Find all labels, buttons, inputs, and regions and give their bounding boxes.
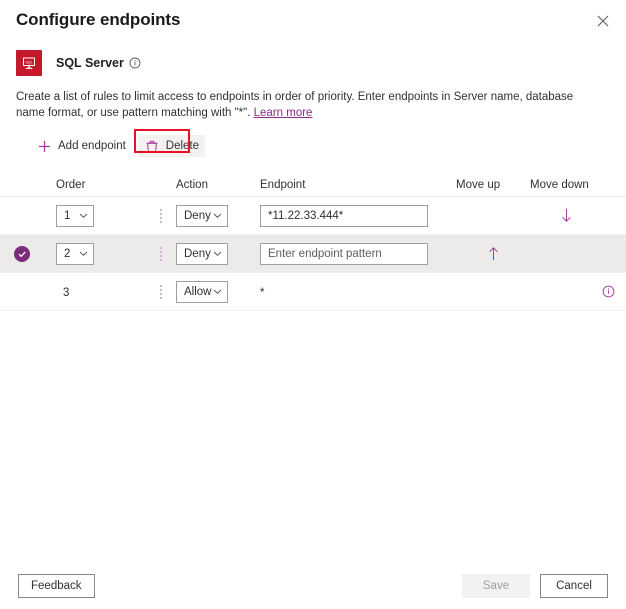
close-icon[interactable] [590, 8, 616, 34]
chevron-down-icon [213, 287, 222, 296]
row-endpoint-cell [260, 242, 456, 265]
action-dropdown[interactable]: Deny [176, 204, 228, 227]
row-action-cell: Allow [176, 280, 260, 303]
endpoints-table: Order Action Endpoint Move up Move down … [0, 173, 626, 311]
chevron-down-icon [79, 249, 88, 258]
action-value: Deny [184, 247, 211, 260]
row-drag-handle-cell[interactable] [146, 246, 176, 261]
endpoint-input[interactable] [260, 204, 428, 227]
order-dropdown[interactable]: 1 [56, 204, 94, 227]
row-checkbox-checked-icon[interactable] [14, 245, 30, 262]
feedback-button[interactable]: Feedback [18, 574, 95, 598]
row-order-cell: 2 [42, 242, 146, 265]
order-value: 3 [63, 286, 70, 299]
row-order-cell: 1 [42, 204, 146, 227]
row-endpoint-cell: * [260, 285, 456, 299]
table-row[interactable]: 2 Deny [0, 235, 626, 273]
sql-server-icon: SQL [16, 50, 42, 76]
endpoint-value: * [260, 286, 265, 299]
action-dropdown[interactable]: Allow [176, 280, 228, 303]
footer-actions: Save Cancel [462, 574, 608, 598]
order-value: 1 [64, 209, 71, 222]
action-dropdown[interactable]: Deny [176, 242, 228, 265]
column-header-order: Order [56, 178, 86, 191]
resource-name: SQL Server [56, 56, 124, 70]
order-value: 2 [64, 247, 71, 260]
row-select-cell[interactable] [14, 245, 42, 262]
row-info-cell[interactable] [602, 285, 626, 298]
plus-icon [36, 138, 52, 154]
trash-icon [144, 138, 160, 154]
drag-handle-icon[interactable] [160, 208, 162, 223]
dialog-header: Configure endpoints [0, 0, 626, 36]
table-row[interactable]: 1 Deny [0, 197, 626, 235]
table-header-row: Order Action Endpoint Move up Move down [0, 173, 626, 197]
column-header-move-up: Move up [456, 178, 501, 191]
chevron-down-icon [79, 211, 88, 220]
order-dropdown[interactable]: 2 [56, 242, 94, 265]
row-order-cell: 3 [42, 285, 146, 299]
row-action-cell: Deny [176, 204, 260, 227]
resource-header: SQL SQL Server [16, 50, 626, 76]
row-action-cell: Deny [176, 242, 260, 265]
row-endpoint-cell [260, 204, 456, 227]
action-value: Allow [184, 285, 212, 298]
table-row[interactable]: 3 Allow * [0, 273, 626, 311]
row-info-icon[interactable] [602, 285, 615, 298]
drag-handle-icon[interactable] [160, 246, 162, 261]
row-drag-handle-cell[interactable] [146, 284, 176, 299]
column-header-move-down: Move down [530, 178, 589, 191]
action-value: Deny [184, 209, 211, 222]
drag-handle-icon[interactable] [160, 284, 162, 299]
delete-button-wrapper: Delete [133, 129, 206, 157]
add-endpoint-button[interactable]: Add endpoint [30, 135, 132, 157]
move-up-arrow-icon[interactable] [484, 245, 502, 263]
learn-more-link[interactable]: Learn more [254, 107, 313, 119]
description-text: Create a list of rules to limit access t… [16, 89, 596, 121]
row-move-down-cell[interactable] [530, 207, 602, 225]
chevron-down-icon [213, 211, 222, 220]
add-endpoint-label: Add endpoint [58, 140, 126, 152]
row-move-up-cell[interactable] [456, 245, 530, 263]
svg-text:SQL: SQL [25, 60, 32, 64]
delete-label: Delete [165, 140, 200, 152]
delete-button[interactable]: Delete [137, 135, 206, 157]
chevron-down-icon [213, 249, 222, 258]
dialog-footer: Feedback Save Cancel [0, 563, 626, 609]
save-button[interactable]: Save [462, 574, 530, 598]
move-down-arrow-icon[interactable] [557, 207, 575, 225]
endpoint-input[interactable] [260, 242, 428, 265]
info-icon[interactable] [129, 57, 141, 69]
column-header-endpoint: Endpoint [260, 178, 306, 191]
page-title: Configure endpoints [16, 10, 181, 29]
cancel-button[interactable]: Cancel [540, 574, 608, 598]
command-bar: Add endpoint Delete [30, 129, 626, 157]
column-header-action: Action [176, 178, 208, 191]
row-drag-handle-cell[interactable] [146, 208, 176, 223]
